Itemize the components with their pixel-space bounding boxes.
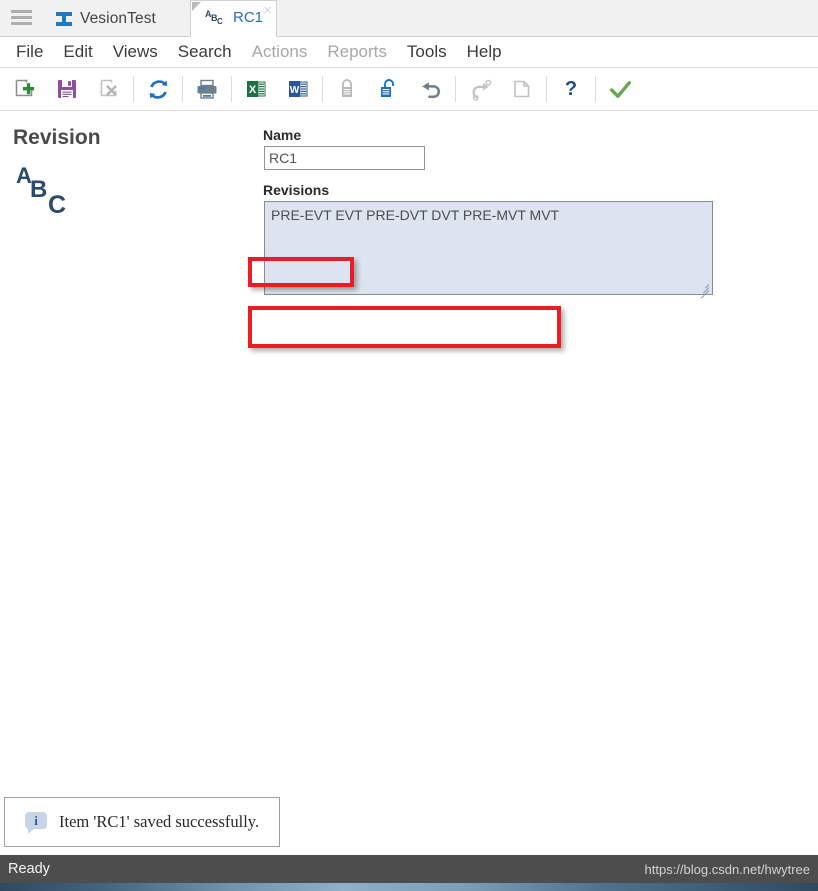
menu-bar: File Edit Views Search Actions Reports T… <box>0 37 818 68</box>
status-watermark-url: https://blog.csdn.net/hwytree <box>644 861 810 877</box>
menu-item-views[interactable]: Views <box>103 42 168 62</box>
hamburger-menu-icon[interactable] <box>11 10 32 26</box>
document-tab-label: RC1 <box>233 9 264 26</box>
form-content-area: Revision A B C Name Revisions <box>0 111 818 855</box>
hamburger-bar <box>11 22 32 25</box>
new-item-button[interactable] <box>4 72 46 106</box>
ibeam-logo-icon <box>56 11 72 27</box>
unlock-icon <box>381 79 394 97</box>
apply-checkmark-icon <box>609 80 631 98</box>
undo-icon <box>421 81 440 98</box>
app-title: VesionTest <box>80 9 156 27</box>
help-button[interactable]: ? <box>550 72 592 106</box>
menu-item-edit[interactable]: Edit <box>53 42 102 62</box>
notification-toast: i Item 'RC1' saved successfully. <box>4 797 280 847</box>
info-icon: i <box>25 812 47 834</box>
menu-item-search[interactable]: Search <box>168 42 242 62</box>
info-icon-glyph: i <box>34 813 38 828</box>
export-excel-button[interactable]: X <box>235 72 277 106</box>
revisions-field-label: Revisions <box>263 182 330 198</box>
toolbar-separator <box>322 76 323 102</box>
toast-message: Item 'RC1' saved successfully. <box>59 812 260 831</box>
lock-icon <box>342 79 352 97</box>
copy-icon <box>514 80 530 98</box>
export-word-icon: W <box>289 81 308 97</box>
document-tab-rc1[interactable]: A B C RC1 × <box>190 0 277 37</box>
name-input[interactable] <box>264 146 425 170</box>
toolbar: X W ? <box>0 68 818 111</box>
menu-item-tools[interactable]: Tools <box>397 42 457 62</box>
hamburger-bar <box>11 10 32 13</box>
undo-button[interactable] <box>410 72 452 106</box>
menu-item-actions: Actions <box>251 42 308 61</box>
menu-item-help[interactable]: Help <box>457 42 512 62</box>
copy-button <box>501 72 543 106</box>
name-field-label: Name <box>263 127 302 143</box>
abc-letter-c: C <box>48 191 67 219</box>
redo-button <box>459 72 501 106</box>
abc-letter-b: B <box>30 176 48 203</box>
menu-item-file[interactable]: File <box>6 42 53 62</box>
page-title: Revision <box>13 126 101 149</box>
refresh-icon <box>149 79 167 99</box>
toolbar-separator <box>182 76 183 102</box>
refresh-button[interactable] <box>137 72 179 106</box>
export-word-button[interactable]: W <box>277 72 319 106</box>
close-icon[interactable]: × <box>263 3 272 18</box>
toolbar-separator <box>133 76 134 102</box>
lock-button <box>326 72 368 106</box>
unlock-button[interactable] <box>368 72 410 106</box>
new-item-icon <box>15 79 34 97</box>
print-button[interactable] <box>186 72 228 106</box>
svg-text:X: X <box>249 84 257 96</box>
revisions-textarea[interactable] <box>264 201 713 295</box>
help-icon: ? <box>565 78 577 100</box>
menu-item-reports: Reports <box>327 42 387 61</box>
abc-letter-c: C <box>217 17 223 26</box>
abc-revision-icon: A B C <box>16 163 80 219</box>
svg-text:?: ? <box>565 78 577 100</box>
delete-item-icon <box>100 79 117 97</box>
toolbar-separator <box>455 76 456 102</box>
toolbar-separator <box>546 76 547 102</box>
toolbar-separator <box>231 76 232 102</box>
delete-item-button <box>88 72 130 106</box>
export-excel-icon: X <box>247 81 266 97</box>
svg-text:W: W <box>290 85 300 96</box>
print-icon <box>197 79 217 99</box>
save-button[interactable] <box>46 72 88 106</box>
app-tab-vesiontest[interactable]: VesionTest <box>56 0 166 37</box>
apply-button[interactable] <box>599 72 641 106</box>
tab-strip: VesionTest A B C RC1 × <box>0 0 818 37</box>
save-icon <box>58 80 76 98</box>
abc-revision-icon: A B C <box>205 9 231 29</box>
status-text: Ready <box>8 861 50 877</box>
status-bar: Ready https://blog.csdn.net/hwytree <box>0 855 818 883</box>
bottom-accent-strip <box>0 883 818 891</box>
revisions-field-highlight <box>248 306 561 348</box>
hamburger-bar <box>11 16 32 19</box>
redo-icon <box>472 79 491 101</box>
toolbar-separator <box>595 76 596 102</box>
